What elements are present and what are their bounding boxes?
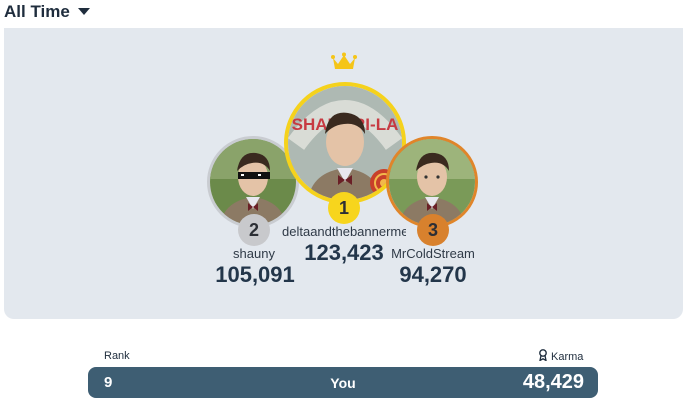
karma-column-label: Karma — [551, 350, 584, 363]
rank-column-header: Rank — [104, 350, 130, 362]
username-third-place[interactable]: MrColdStream — [388, 246, 478, 261]
rank-badge-third: 3 — [417, 214, 449, 246]
caret-down-icon — [77, 8, 90, 16]
current-user-karma: 48,429 — [522, 371, 584, 393]
crown-icon — [331, 52, 357, 77]
karma-third-place: 94,270 — [399, 262, 467, 287]
header-bar: All Time — [0, 0, 690, 28]
award-icon — [538, 349, 548, 364]
karma-column-header: Karma — [538, 349, 583, 364]
period-label: All Time — [4, 2, 70, 21]
current-user-name: You — [330, 375, 356, 391]
rank-badge-second: 2 — [238, 214, 270, 246]
username-second-place[interactable]: shauny — [214, 246, 294, 261]
username-first-place[interactable]: deltaandthebannermen — [282, 224, 406, 239]
current-user-row[interactable]: 9 You 48,429 — [88, 367, 598, 398]
karma-second-place: 105,091 — [215, 262, 295, 287]
rank-badge-first: 1 — [328, 192, 360, 224]
period-dropdown[interactable]: All Time — [4, 2, 90, 22]
karma-first-place: 123,423 — [304, 240, 384, 265]
